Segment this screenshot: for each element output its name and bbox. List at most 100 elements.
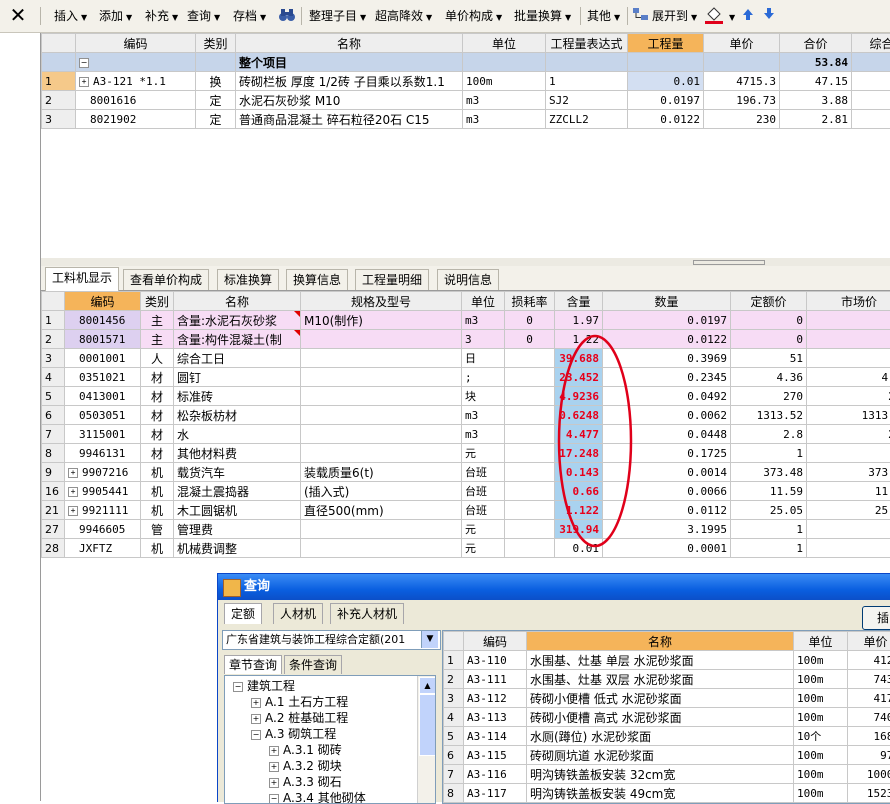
resource-content[interactable]: 1.122 bbox=[555, 501, 603, 520]
tab-labor-material-machine[interactable]: 工料机显示 bbox=[45, 267, 119, 291]
resource-name[interactable]: 木工圆锯机 bbox=[174, 501, 301, 520]
resource-market-price[interactable]: 1 bbox=[807, 444, 890, 463]
quota-code[interactable]: A3-116 bbox=[464, 765, 527, 784]
resource-spec[interactable] bbox=[301, 387, 462, 406]
item-name[interactable]: 水泥石灰砂浆 M10 bbox=[236, 91, 463, 110]
scroll-thumb[interactable] bbox=[419, 694, 436, 756]
table-row[interactable]: 73115001材水m34.4770.04482.82.8 bbox=[42, 425, 890, 444]
tree-node[interactable]: −建筑工程 bbox=[233, 678, 295, 694]
table-row[interactable]: 30001001人综合工日日39.6880.39695151 bbox=[42, 349, 890, 368]
resource-content[interactable]: 319.94 bbox=[555, 520, 603, 539]
tree-node[interactable]: +A.1 土石方工程 bbox=[251, 694, 348, 710]
resource-unit[interactable]: 台班 bbox=[462, 482, 505, 501]
item-code[interactable]: 8021902 bbox=[76, 110, 196, 129]
tab-quota[interactable]: 定额 bbox=[224, 603, 262, 624]
quota-code[interactable]: A3-113 bbox=[464, 708, 527, 727]
table-row[interactable]: 9+9907216机载货汽车装载质量6(t)台班0.1430.0014373.4… bbox=[42, 463, 890, 482]
column-header-code[interactable]: 编码 bbox=[464, 632, 527, 651]
resource-loss-rate[interactable] bbox=[505, 501, 555, 520]
resource-type[interactable]: 管 bbox=[141, 520, 174, 539]
item-price[interactable]: 4715.3 bbox=[704, 72, 780, 91]
resource-unit[interactable]: 块 bbox=[462, 387, 505, 406]
collapse-icon[interactable]: − bbox=[251, 730, 261, 740]
item-unit[interactable]: m3 bbox=[463, 110, 546, 129]
item-quantity[interactable]: 0.0197 bbox=[628, 91, 704, 110]
resource-unit[interactable]: m3 bbox=[462, 406, 505, 425]
table-row[interactable]: 2A3-111水围基、灶基 双层 水泥砂浆面100m7436 bbox=[444, 670, 890, 689]
resource-market-price[interactable]: 270 bbox=[807, 387, 890, 406]
resource-quantity[interactable]: 0.0492 bbox=[603, 387, 731, 406]
resource-code[interactable]: 0001001 bbox=[65, 349, 141, 368]
resource-loss-rate[interactable] bbox=[505, 349, 555, 368]
quota-name[interactable]: 水厕(蹲位) 水泥砂浆面 bbox=[527, 727, 794, 746]
quota-unit[interactable]: 10个 bbox=[794, 727, 848, 746]
table-row[interactable]: 8A3-117明沟铸铁盖板安装 49cm宽100m15231 bbox=[444, 784, 890, 803]
table-row[interactable]: 89946131材其他材料费元17.2480.172511 bbox=[42, 444, 890, 463]
table-row[interactable]: 4A3-113砖砌小便槽 高式 水泥砂浆面100m7401 bbox=[444, 708, 890, 727]
resource-market-price[interactable]: 25.05 bbox=[807, 501, 890, 520]
chevron-down-icon[interactable]: ▼ bbox=[421, 631, 438, 648]
resource-loss-rate[interactable] bbox=[505, 444, 555, 463]
resource-unit[interactable]: 元 bbox=[462, 520, 505, 539]
resource-loss-rate[interactable] bbox=[505, 539, 555, 558]
resource-loss-rate[interactable] bbox=[505, 368, 555, 387]
item-price[interactable]: 230 bbox=[704, 110, 780, 129]
tab-labor-material-machine[interactable]: 人材机 bbox=[273, 603, 323, 624]
resource-quantity[interactable]: 0.0197 bbox=[603, 311, 731, 330]
resource-loss-rate[interactable] bbox=[505, 406, 555, 425]
resource-unit[interactable]: 台班 bbox=[462, 501, 505, 520]
quota-code[interactable]: A3-114 bbox=[464, 727, 527, 746]
table-row[interactable]: 40351021材圆钉;23.4520.23454.364.36 bbox=[42, 368, 890, 387]
resource-market-price[interactable]: 0 bbox=[807, 311, 890, 330]
resource-code[interactable]: JXFTZ bbox=[65, 539, 141, 558]
resource-fixed-price[interactable]: 2.8 bbox=[731, 425, 807, 444]
quota-price[interactable]: 976 bbox=[848, 746, 890, 765]
resource-spec[interactable]: 装载质量6(t) bbox=[301, 463, 462, 482]
resource-spec[interactable] bbox=[301, 406, 462, 425]
resource-market-price[interactable]: 1 bbox=[807, 520, 890, 539]
resource-loss-rate[interactable]: 0 bbox=[505, 330, 555, 349]
tree-node[interactable]: +A.3.1 砌砖 bbox=[269, 742, 342, 758]
resource-spec[interactable] bbox=[301, 368, 462, 387]
quota-code[interactable]: A3-115 bbox=[464, 746, 527, 765]
resource-content[interactable]: 1.97 bbox=[555, 311, 603, 330]
resource-unit[interactable]: m3 bbox=[462, 311, 505, 330]
resource-quantity[interactable]: 0.1725 bbox=[603, 444, 731, 463]
quota-name[interactable]: 水围基、灶基 双层 水泥砂浆面 bbox=[527, 670, 794, 689]
table-row[interactable]: 28001571主含量:构件混凝土(制301.220.012200 bbox=[42, 330, 890, 349]
resource-market-price[interactable]: 0 bbox=[807, 330, 890, 349]
resource-unit[interactable]: ; bbox=[462, 368, 505, 387]
resource-market-price[interactable]: 11.59 bbox=[807, 482, 890, 501]
item-expression[interactable]: ZZCLL2 bbox=[546, 110, 628, 129]
resource-quantity[interactable]: 0.0112 bbox=[603, 501, 731, 520]
quota-unit[interactable]: 100m bbox=[794, 746, 848, 765]
item-unit[interactable]: m3 bbox=[463, 91, 546, 110]
quota-library-select[interactable]: 广东省建筑与装饰工程综合定额(201 bbox=[222, 630, 441, 650]
resource-spec[interactable]: M10(制作) bbox=[301, 311, 462, 330]
resource-quantity[interactable]: 0.3969 bbox=[603, 349, 731, 368]
item-name[interactable]: 普通商品混凝土 碎石粒径20石 C15 bbox=[236, 110, 463, 129]
expand-icon[interactable]: + bbox=[68, 506, 78, 516]
resource-type[interactable]: 材 bbox=[141, 368, 174, 387]
quota-name[interactable]: 砖砌小便槽 低式 水泥砂浆面 bbox=[527, 689, 794, 708]
pane-splitter[interactable] bbox=[41, 258, 890, 266]
resource-spec[interactable] bbox=[301, 349, 462, 368]
scroll-up-icon[interactable]: ▲ bbox=[419, 677, 436, 694]
resource-quantity[interactable]: 0.0001 bbox=[603, 539, 731, 558]
expand-tree-icon[interactable] bbox=[632, 6, 650, 24]
quota-price[interactable]: 7436 bbox=[848, 670, 890, 689]
resource-fixed-price[interactable]: 1 bbox=[731, 444, 807, 463]
resource-fixed-price[interactable]: 1 bbox=[731, 520, 807, 539]
column-header-code[interactable]: 编码 bbox=[65, 292, 141, 311]
item-type[interactable]: 定 bbox=[196, 91, 236, 110]
tree-node[interactable]: +A.3.3 砌石 bbox=[269, 774, 342, 790]
resource-type[interactable]: 主 bbox=[141, 311, 174, 330]
resource-type[interactable]: 材 bbox=[141, 444, 174, 463]
table-row[interactable]: 18001456主含量:水泥石灰砂浆M10(制作)m301.970.019700 bbox=[42, 311, 890, 330]
quota-name[interactable]: 明沟铸铁盖板安装 32cm宽 bbox=[527, 765, 794, 784]
column-header-name[interactable]: 名称 bbox=[527, 632, 794, 651]
resource-code-cell[interactable]: +9905441 bbox=[65, 482, 141, 501]
resource-content[interactable]: 17.248 bbox=[555, 444, 603, 463]
column-header-quantity[interactable]: 数量 bbox=[603, 292, 731, 311]
table-row[interactable]: 21+9921111机木工圆锯机直径500(mm)台班1.1220.011225… bbox=[42, 501, 890, 520]
